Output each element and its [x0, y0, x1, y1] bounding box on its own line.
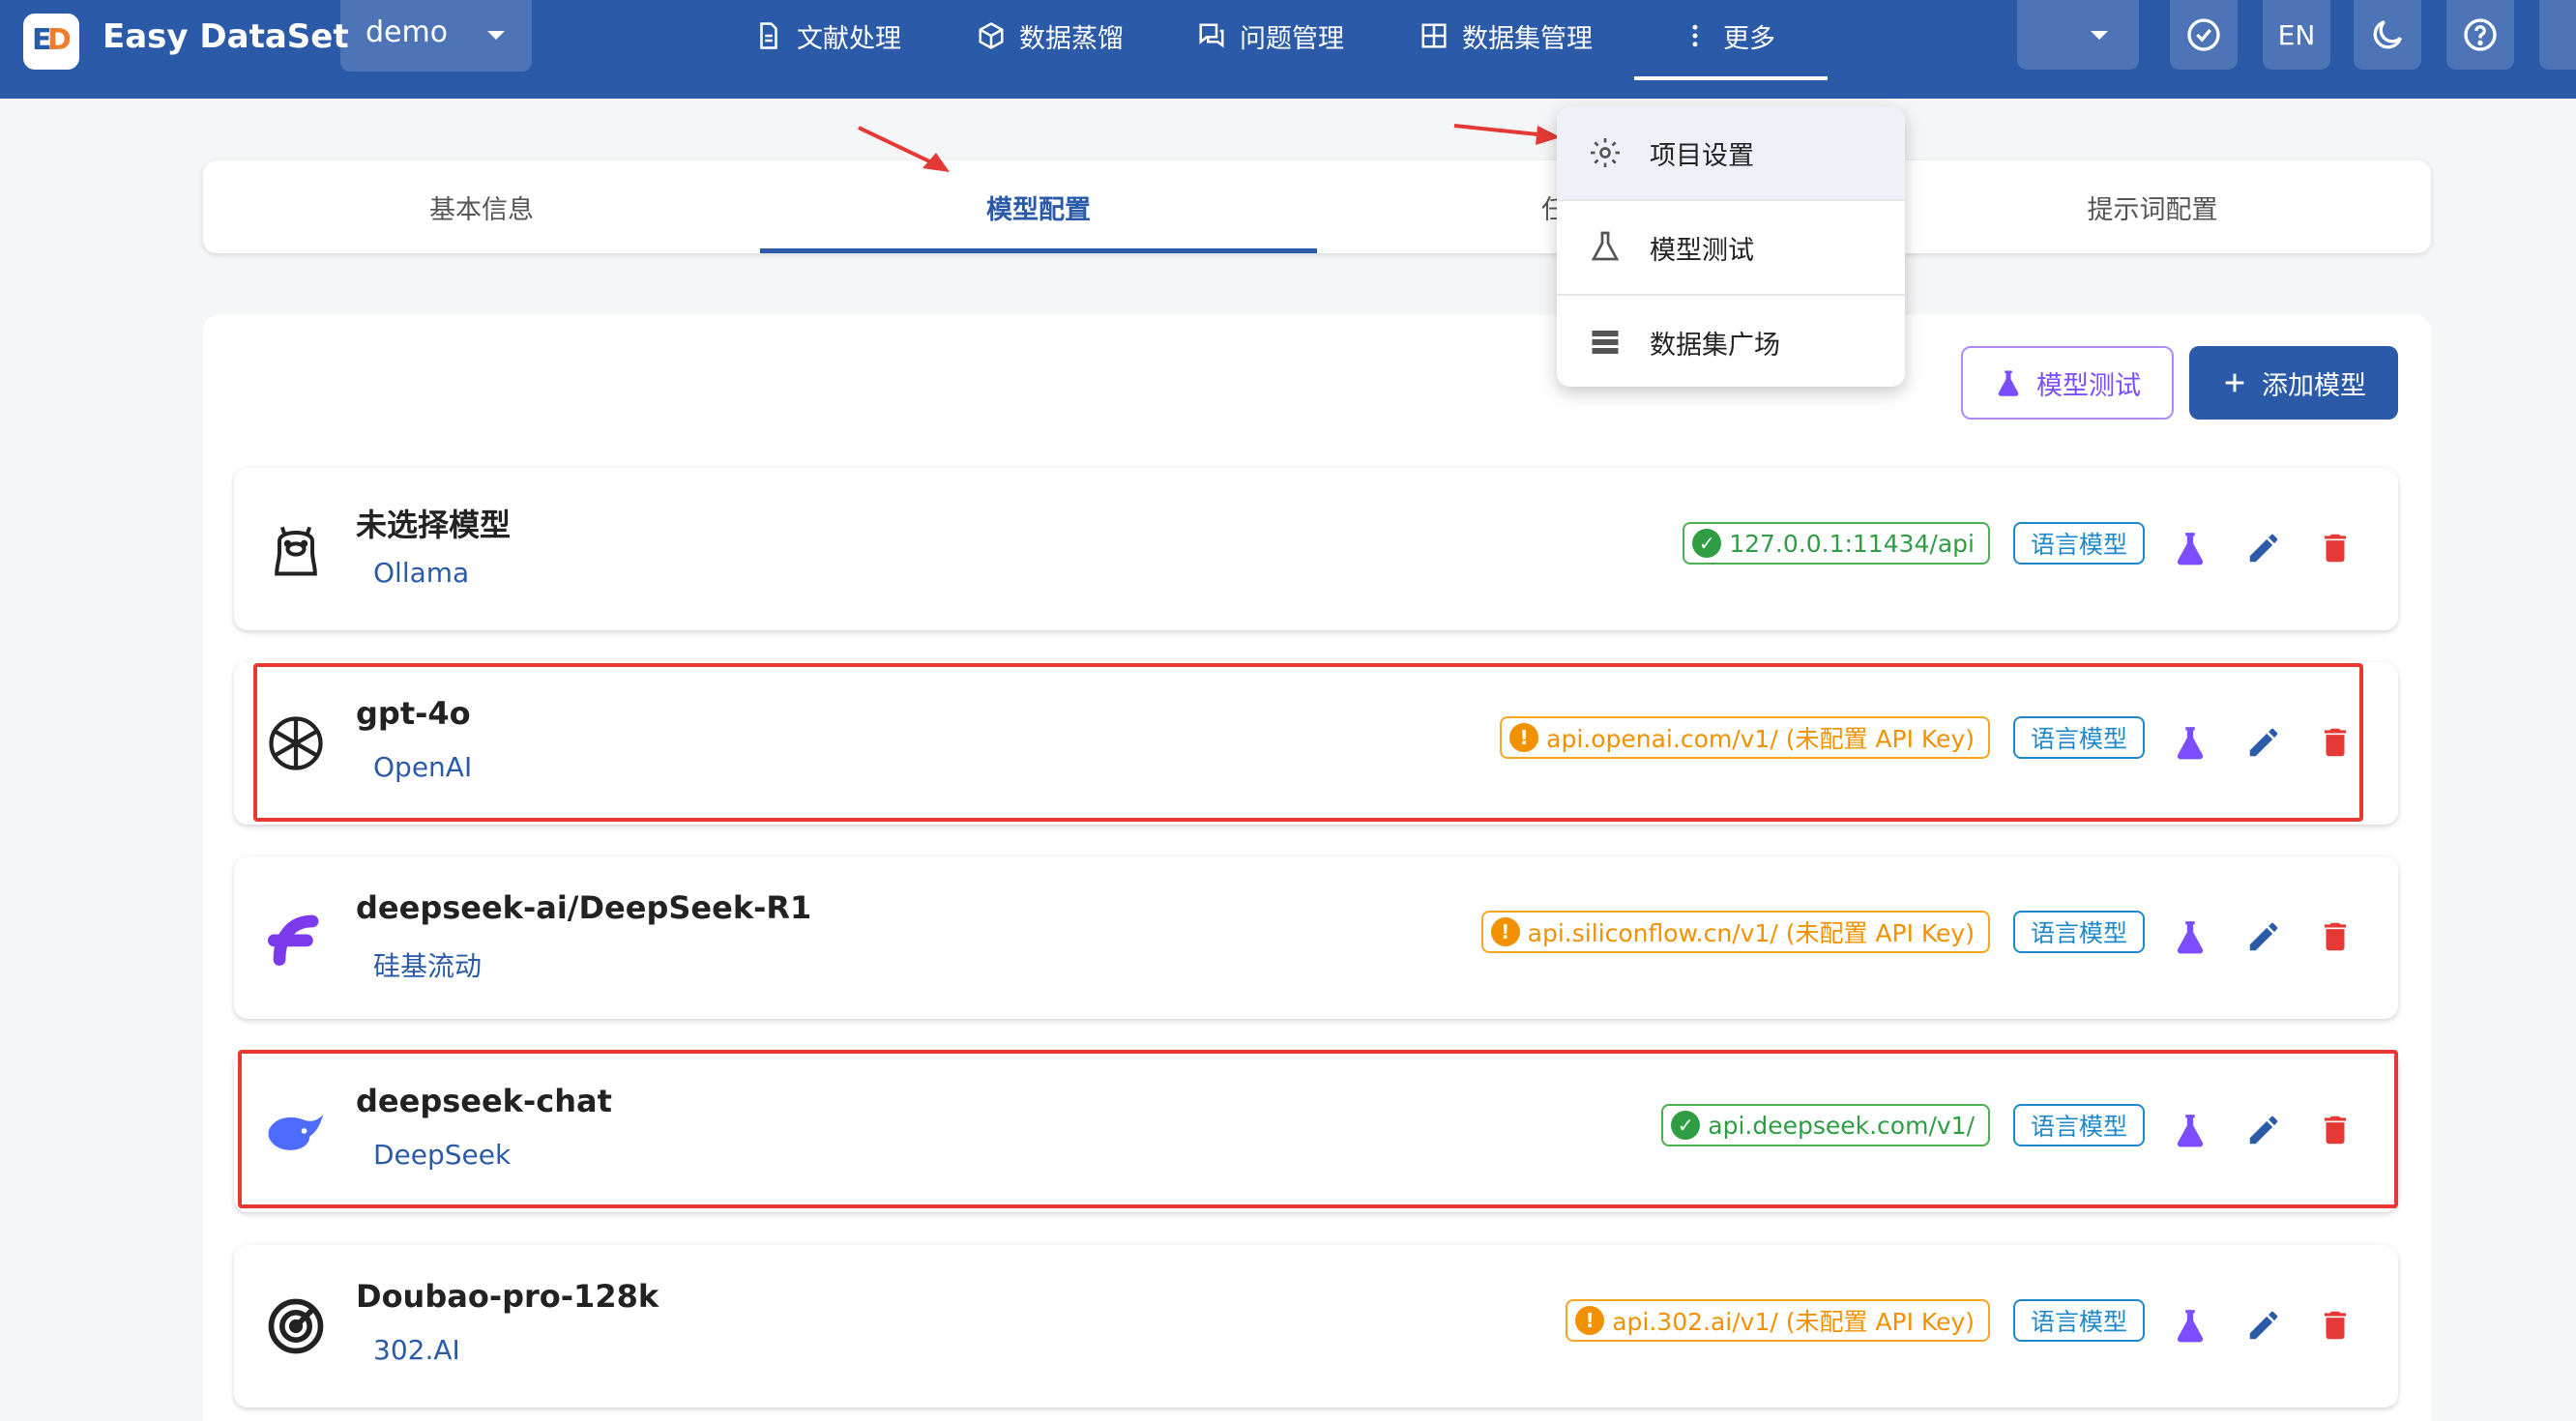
- annotation-arrow: [1453, 124, 1561, 145]
- app-name: Easy DataSet: [102, 17, 349, 56]
- model-type-chip: 语言模型: [2013, 522, 2145, 565]
- flask-icon[interactable]: [2172, 918, 2209, 955]
- top-app-bar: ED Easy DataSet demo 文献处理 数据蒸馏 问题管理 数据集管…: [0, 0, 2576, 99]
- delete-icon[interactable]: [2317, 530, 2354, 566]
- active-nav-indicator: [1634, 76, 1828, 80]
- nav-item-questions[interactable]: 问题管理: [1197, 0, 1344, 72]
- theme-toggle[interactable]: [2354, 0, 2421, 70]
- flask-icon[interactable]: [2172, 1307, 2209, 1344]
- github-button[interactable]: [2539, 0, 2576, 70]
- edit-icon[interactable]: [2245, 1307, 2282, 1344]
- delete-icon[interactable]: [2317, 1307, 2354, 1344]
- nav-item-more[interactable]: 更多: [1681, 0, 1775, 72]
- help-icon: [2464, 18, 2497, 51]
- model-name: Doubao-pro-128k: [356, 1278, 659, 1315]
- nav-label: 数据蒸馏: [1019, 23, 1124, 54]
- model-provider: 302.AI: [373, 1334, 460, 1366]
- add-model-label: 添加模型: [2262, 370, 2366, 401]
- nav-item-documents[interactable]: 文献处理: [754, 0, 901, 72]
- chevron-down-icon: [2091, 31, 2108, 40]
- model-test-label: 模型测试: [2036, 370, 2141, 401]
- tab-prompt-config[interactable]: 提示词配置: [1874, 160, 2431, 253]
- gear-icon: [1591, 138, 1620, 167]
- endpoint-chip: ! api.siliconflow.cn/v1/ (未配置 API Key): [1480, 911, 1990, 953]
- ollama-llama-icon: [275, 526, 317, 576]
- nav-label: 问题管理: [1240, 23, 1344, 54]
- list-icon: [1592, 331, 1619, 354]
- project-select[interactable]: demo: [340, 0, 532, 72]
- nav-label: 更多: [1723, 23, 1775, 54]
- language-label: EN: [2277, 18, 2316, 51]
- grid-icon: [1421, 23, 1447, 48]
- model-type-chip: 语言模型: [2013, 1299, 2145, 1342]
- language-toggle[interactable]: EN: [2263, 0, 2330, 70]
- menu-item-model-test[interactable]: 模型测试: [1557, 201, 1905, 294]
- settings-tabs: 基本信息 模型配置 任 提示词配置: [203, 160, 2431, 253]
- edit-icon[interactable]: [2245, 530, 2282, 566]
- model-card: Doubao-pro-128k 302.AI ! api.302.ai/v1/ (…: [234, 1245, 2398, 1407]
- model-card: 未选择模型 Ollama ✓ 127.0.0.1:11434/api 语言模型: [234, 468, 2398, 630]
- model-provider: Ollama: [373, 557, 470, 589]
- endpoint-chip: ! api.302.ai/v1/ (未配置 API Key): [1566, 1299, 1990, 1342]
- model-type-chip: 语言模型: [2013, 911, 2145, 953]
- nav-label: 数据集管理: [1462, 23, 1593, 54]
- nav-item-datasets[interactable]: 数据集管理: [1420, 0, 1593, 72]
- annotation-arrow: [858, 126, 950, 172]
- tab-basic-info[interactable]: 基本信息: [203, 160, 760, 253]
- delete-icon[interactable]: [2317, 918, 2354, 955]
- edit-icon[interactable]: [2245, 918, 2282, 955]
- chat-icon: [1199, 23, 1224, 48]
- check-circle-icon: ✓: [1692, 529, 1722, 558]
- plus-icon: [2225, 373, 2244, 392]
- flask-icon[interactable]: [2172, 530, 2209, 566]
- model-provider: 硅基流动: [373, 950, 483, 982]
- model-card: deepseek-ai/DeepSeek-R1 硅基流动 ! api.silico…: [234, 856, 2398, 1019]
- moon-icon: [2373, 20, 2402, 49]
- nav-item-distill[interactable]: 数据蒸馏: [977, 0, 1124, 72]
- endpoint-text: api.302.ai/v1/ (未配置 API Key): [1612, 1308, 1975, 1336]
- model-name: deepseek-ai/DeepSeek-R1: [356, 889, 812, 926]
- model-test-button[interactable]: 模型测试: [1961, 346, 2174, 420]
- active-tab-indicator: [760, 248, 1317, 253]
- project-select-value: demo: [366, 15, 449, 49]
- menu-item-project-settings[interactable]: 项目设置: [1557, 106, 1905, 199]
- chevron-down-icon: [487, 31, 505, 40]
- menu-item-dataset-square[interactable]: 数据集广场: [1557, 296, 1905, 387]
- endpoint-chip: ✓ 127.0.0.1:11434/api: [1683, 522, 1990, 565]
- flask-icon: [1591, 231, 1620, 261]
- endpoint-text: 127.0.0.1:11434/api: [1729, 529, 1975, 558]
- flask-icon: [1998, 370, 2019, 396]
- task-status-button[interactable]: [2170, 0, 2238, 70]
- check-circle-icon: [2187, 18, 2220, 51]
- app-logo[interactable]: ED: [23, 14, 79, 70]
- help-button[interactable]: [2446, 0, 2514, 70]
- annotation-highlight-box: [238, 1050, 2398, 1208]
- menu-item-label: 项目设置: [1650, 140, 1754, 171]
- more-menu: 项目设置 模型测试 数据集广场: [1557, 106, 1905, 387]
- menu-item-label: 数据集广场: [1650, 330, 1780, 361]
- siliconflow-logo-icon: [267, 914, 319, 967]
- tab-model-config[interactable]: 模型配置: [760, 160, 1317, 253]
- model-select[interactable]: [2017, 0, 2139, 70]
- endpoint-text: api.siliconflow.cn/v1/ (未配置 API Key): [1527, 919, 1975, 947]
- model-name: 未选择模型: [356, 507, 512, 543]
- nav-label: 文献处理: [797, 23, 901, 54]
- more-vert-icon: [1692, 24, 1698, 47]
- cube-icon: [979, 22, 1004, 49]
- document-icon: [760, 22, 777, 49]
- warning-icon: !: [1575, 1306, 1605, 1335]
- add-model-button[interactable]: 添加模型: [2189, 346, 2398, 420]
- warning-icon: !: [1490, 917, 1520, 946]
- menu-item-label: 模型测试: [1650, 235, 1754, 266]
- annotation-highlight-box: [253, 663, 2363, 822]
- 302ai-logo-icon: [268, 1298, 324, 1354]
